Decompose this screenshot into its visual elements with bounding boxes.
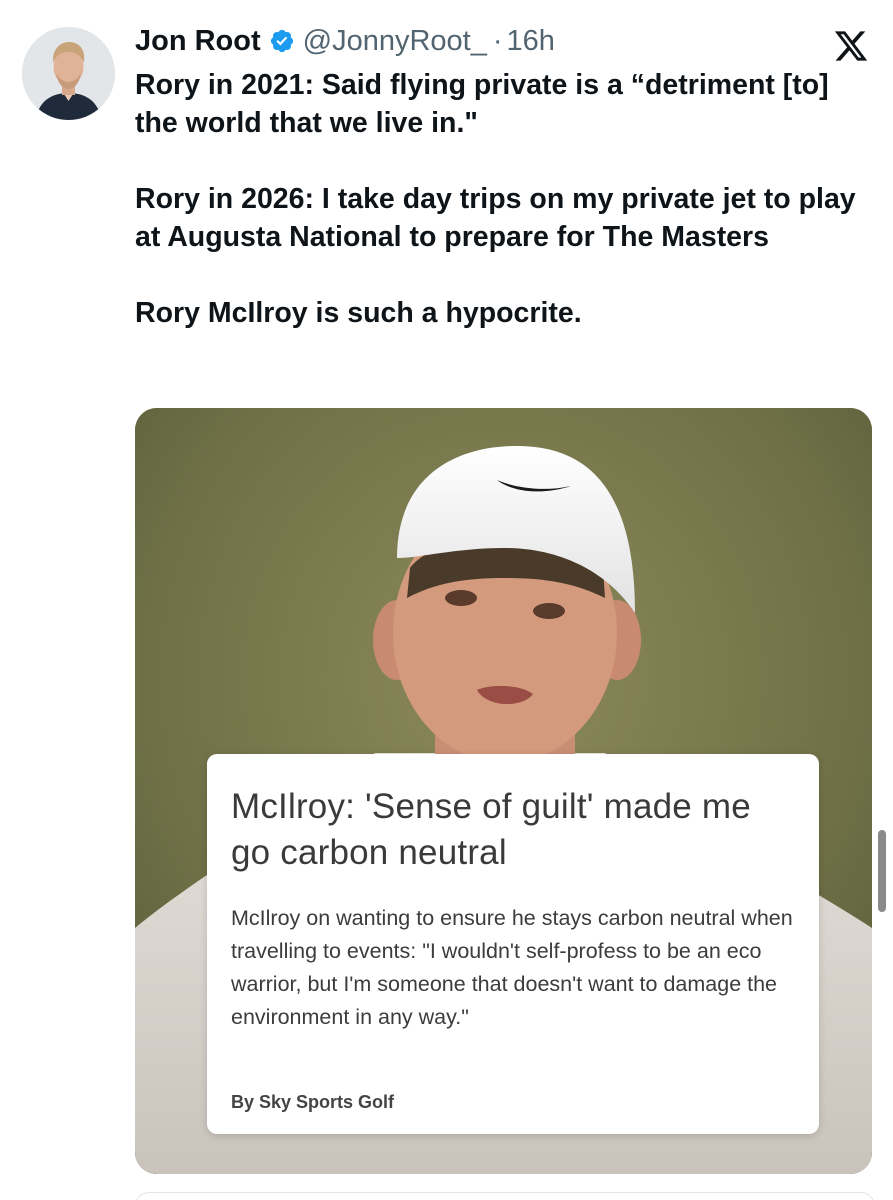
x-logo-icon[interactable] (832, 28, 870, 64)
scrollbar-thumb[interactable] (878, 830, 886, 912)
article-title: McIlroy: 'Sense of guilt' made me go car… (231, 787, 751, 872)
tweet-paragraph-1: Rory in 2021: Said flying private is a “… (135, 69, 829, 139)
tweet-paragraph-3: Rory McIlroy is such a hypocrite. (135, 297, 582, 329)
avatar-photo (22, 27, 115, 120)
tweet-media[interactable]: McIlroy: 'Sense of guilt' made me go car… (135, 408, 872, 1174)
author-name[interactable]: Jon Root (135, 22, 261, 60)
tweet-header: Jon Root @JonnyRoot_ · 16h (135, 22, 555, 60)
next-card-edge (135, 1192, 875, 1200)
tweet-text: Rory in 2021: Said flying private is a “… (135, 66, 875, 332)
tweet-paragraph-2: Rory in 2026: I take day trips on my pri… (135, 183, 856, 253)
verified-badge-icon[interactable] (269, 28, 295, 54)
separator-dot: · (492, 25, 503, 57)
avatar[interactable] (22, 27, 115, 120)
article-byline: By Sky Sports Golf (231, 1092, 395, 1112)
tweet: Jon Root @JonnyRoot_ · 16h Rory in 2021:… (0, 0, 893, 1200)
author-handle[interactable]: @JonnyRoot_ (303, 22, 487, 60)
article-card[interactable]: McIlroy: 'Sense of guilt' made me go car… (207, 754, 819, 1134)
tweet-timestamp[interactable]: 16h (507, 22, 555, 60)
article-description: McIlroy on wanting to ensure he stays ca… (231, 906, 793, 1029)
